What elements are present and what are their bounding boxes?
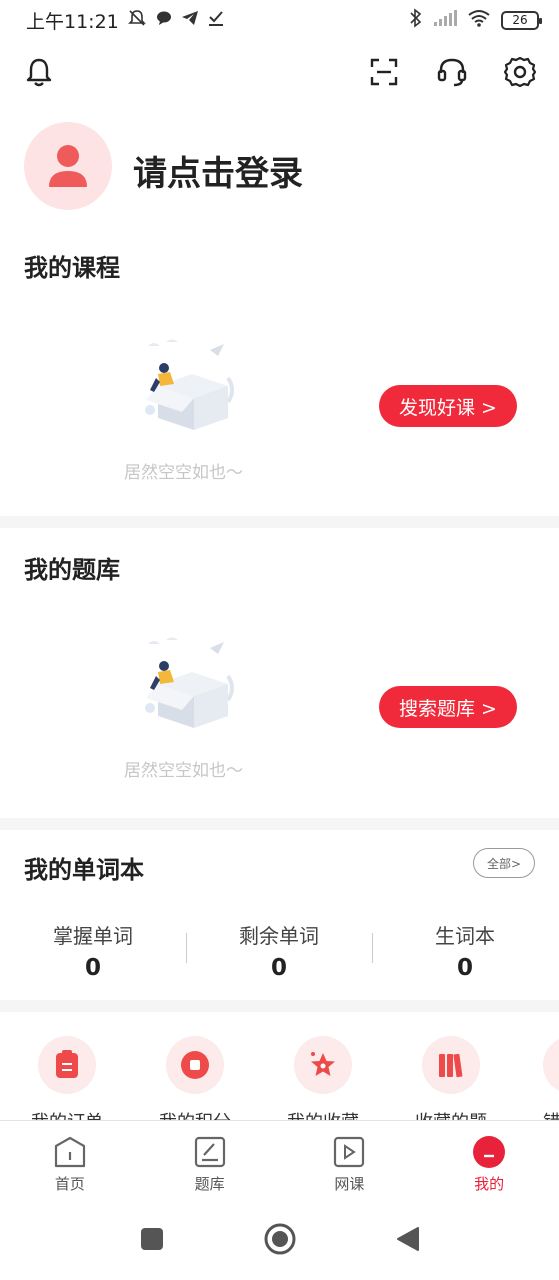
telegram-icon bbox=[181, 9, 199, 32]
tab-label: 网课 bbox=[334, 1175, 365, 1193]
books-icon bbox=[422, 1036, 480, 1094]
system-nav-bar bbox=[0, 1202, 559, 1280]
scan-icon[interactable] bbox=[367, 55, 401, 89]
courses-empty-text: 居然空空如也～ bbox=[124, 463, 243, 483]
customer-service-icon[interactable] bbox=[435, 55, 469, 89]
profile-section: 请点击登录 我的课程 居然空空如也～ 发现好课 > bbox=[0, 104, 559, 516]
vocab-section: 我的单词本 全部> 掌握单词 0 剩余单词 0 生词本 0 bbox=[0, 830, 559, 1000]
points-icon bbox=[166, 1036, 224, 1094]
menu-label: 错 bbox=[515, 1108, 559, 1120]
menu-label: 收藏的题 bbox=[387, 1108, 515, 1120]
question-bank-icon bbox=[194, 1136, 225, 1168]
notification-bell-icon[interactable] bbox=[22, 55, 56, 89]
menu-label: 我的收藏 bbox=[259, 1108, 387, 1120]
signal-icon bbox=[433, 9, 457, 32]
tab-mine[interactable]: 我的 bbox=[419, 1121, 559, 1202]
stat-label: 剩余单词 bbox=[239, 924, 319, 948]
back-icon[interactable] bbox=[396, 1226, 420, 1256]
status-bar: 上午11:21 26 bbox=[0, 0, 559, 40]
vocab-title: 我的单词本 bbox=[24, 856, 144, 884]
my-question-bank-title: 我的题库 bbox=[24, 556, 120, 584]
menu-item-orders[interactable]: 我的订单 bbox=[3, 1036, 131, 1120]
stat-value: 0 bbox=[84, 955, 101, 981]
question-bank-section: 我的题库 居然空空如也～ 搜索题库 > bbox=[0, 528, 559, 818]
stat-new-words[interactable]: 生词本 0 bbox=[372, 920, 558, 981]
avatar[interactable] bbox=[24, 122, 112, 210]
status-time: 上午11:21 bbox=[26, 10, 119, 33]
home-button-icon[interactable] bbox=[264, 1223, 296, 1259]
stat-label: 生词本 bbox=[435, 924, 495, 948]
menu-item-more[interactable]: 错 bbox=[515, 1036, 559, 1120]
wifi-icon bbox=[467, 9, 491, 32]
menu-label: 我的订单 bbox=[3, 1108, 131, 1120]
chat-icon bbox=[155, 9, 173, 32]
stat-mastered-words[interactable]: 掌握单词 0 bbox=[0, 920, 186, 981]
bluetooth-icon bbox=[409, 7, 423, 33]
discover-courses-button[interactable]: 发现好课 > bbox=[379, 385, 517, 427]
battery-indicator: 26 bbox=[501, 10, 542, 30]
menu-item-points[interactable]: 我的积分 bbox=[131, 1036, 259, 1120]
favorite-star-icon bbox=[294, 1036, 352, 1094]
tab-label: 我的 bbox=[474, 1175, 505, 1193]
profile-icon bbox=[473, 1136, 506, 1168]
question-bank-empty-text: 居然空空如也～ bbox=[124, 761, 243, 781]
tab-home[interactable]: 首页 bbox=[0, 1121, 140, 1202]
empty-box-illustration bbox=[145, 637, 234, 728]
home-icon bbox=[54, 1136, 85, 1168]
stat-remaining-words[interactable]: 剩余单词 0 bbox=[186, 920, 372, 981]
tab-online-courses[interactable]: 网课 bbox=[280, 1121, 420, 1202]
menu-item-saved-questions[interactable]: 收藏的题 bbox=[387, 1036, 515, 1120]
top-bar bbox=[0, 40, 559, 104]
settings-gear-icon[interactable] bbox=[503, 55, 537, 89]
my-courses-title: 我的课程 bbox=[24, 254, 120, 282]
empty-box-illustration bbox=[145, 339, 234, 430]
menu-label: 我的积分 bbox=[131, 1108, 259, 1120]
video-course-icon bbox=[334, 1136, 365, 1168]
vocab-all-button[interactable]: 全部> bbox=[473, 848, 535, 878]
login-prompt[interactable]: 请点击登录 bbox=[133, 146, 303, 195]
stat-label: 掌握单词 bbox=[53, 924, 133, 948]
tab-label: 首页 bbox=[54, 1175, 85, 1193]
stat-value: 0 bbox=[270, 955, 287, 981]
quick-menu: 我的订单 我的积分 我的收藏 收藏的题 错 bbox=[0, 1012, 559, 1120]
tab-question-bank[interactable]: 题库 bbox=[140, 1121, 280, 1202]
tab-label: 题库 bbox=[194, 1175, 225, 1193]
bottom-tab-bar: 首页 题库 网课 我的 bbox=[0, 1120, 559, 1202]
search-question-bank-button[interactable]: 搜索题库 > bbox=[379, 686, 517, 728]
download-done-icon bbox=[207, 9, 225, 32]
mute-icon bbox=[127, 8, 147, 33]
menu-item-favorites[interactable]: 我的收藏 bbox=[259, 1036, 387, 1120]
recent-apps-icon[interactable] bbox=[140, 1227, 164, 1255]
more-icon bbox=[543, 1036, 559, 1094]
stat-value: 0 bbox=[456, 955, 473, 981]
order-icon bbox=[38, 1036, 96, 1094]
